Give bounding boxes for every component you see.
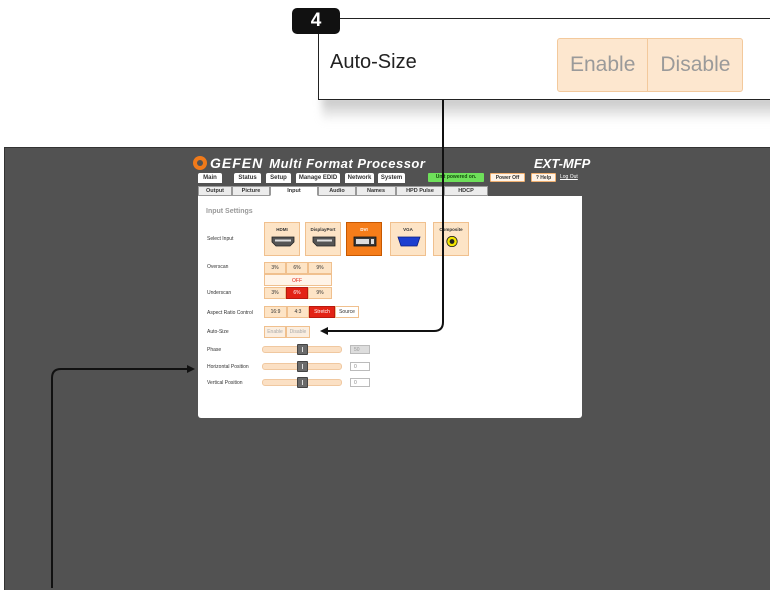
callout-arrows xyxy=(51,100,444,588)
arrow-to-auto-size xyxy=(320,100,444,335)
stage: 4 Auto-Size Enable Disable GEFEN Multi F… xyxy=(0,0,770,590)
arrow-to-horizontal-position xyxy=(51,365,195,588)
